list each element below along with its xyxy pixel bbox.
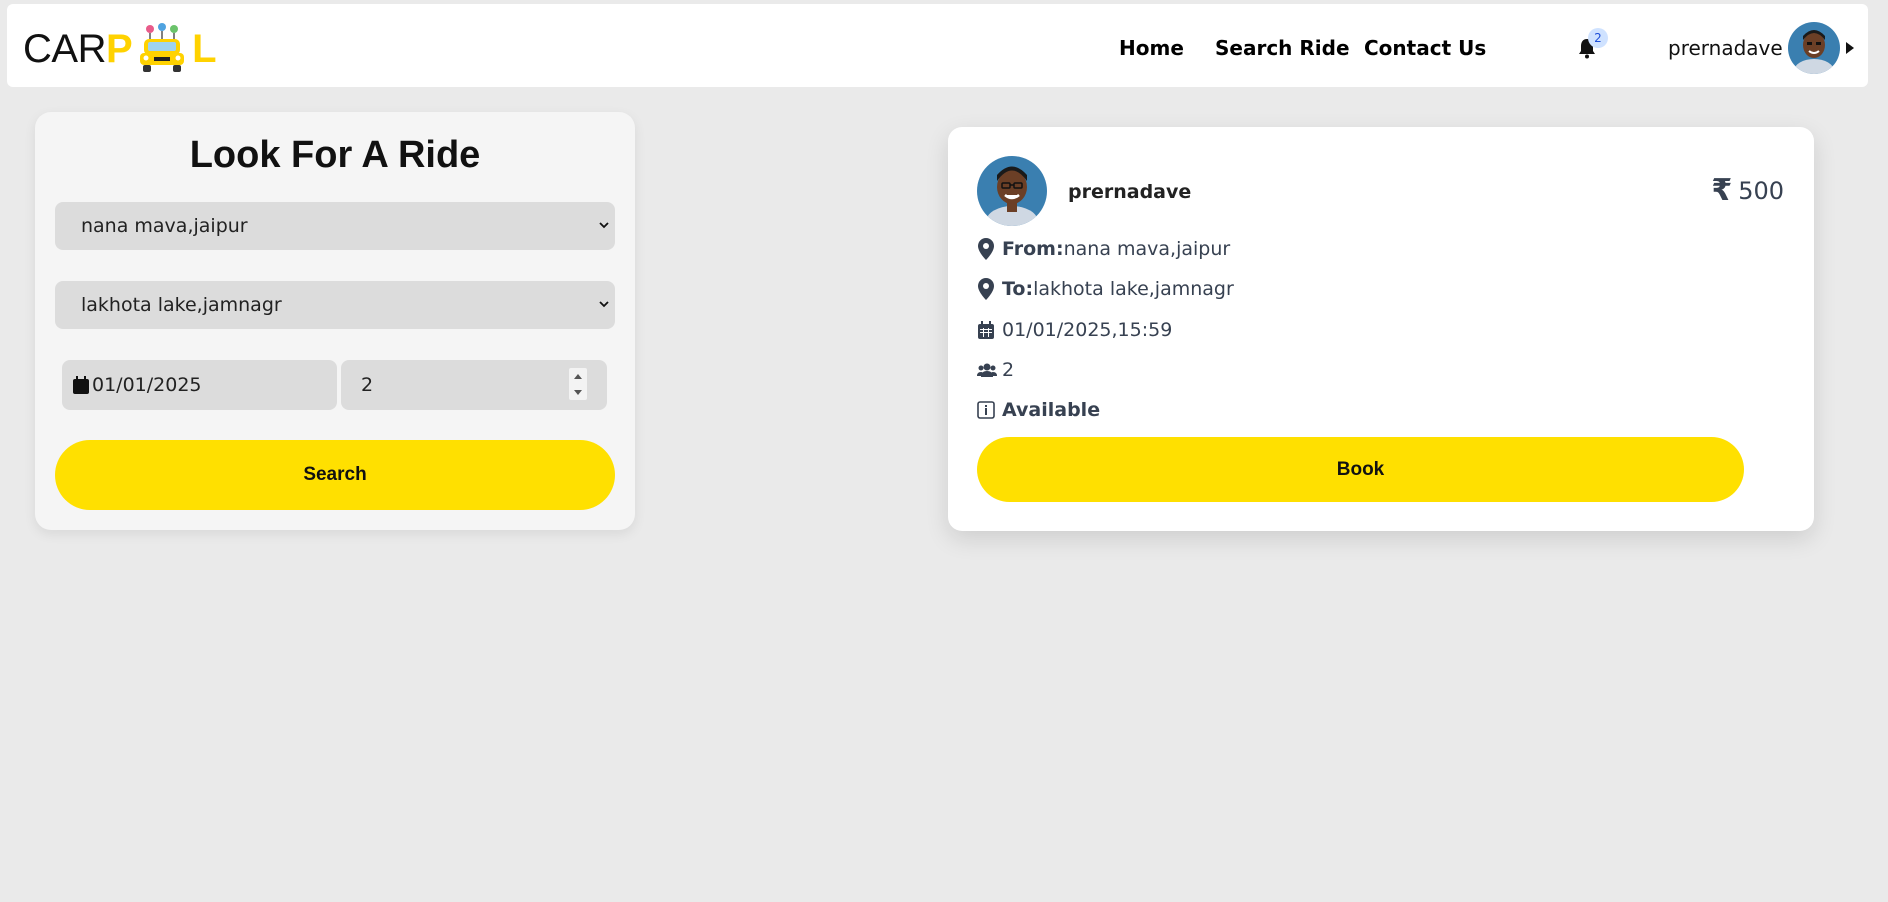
ride-seats: 2 (1002, 359, 1015, 381)
search-panel: Look For A Ride nana mava,jaipur lakhota… (35, 112, 635, 530)
nav-username[interactable]: prernadave (1668, 36, 1783, 60)
carpool-logo[interactable]: CAR P L (23, 23, 217, 74)
from-value: nana mava,jaipur (1063, 238, 1231, 260)
book-button[interactable]: Book (977, 437, 1744, 502)
from-select[interactable]: nana mava,jaipur (55, 202, 615, 250)
ride-from-row: From: nana mava,jaipur (977, 237, 1230, 261)
user-avatar-image (1788, 22, 1840, 74)
to-label: To: (1002, 278, 1034, 300)
from-select-value: nana mava,jaipur (81, 215, 248, 237)
rupee-icon: ₹ (1711, 173, 1733, 208)
avatar[interactable] (1788, 22, 1840, 74)
driver-name: prernadave (1068, 181, 1192, 203)
ride-price-value: 500 (1738, 176, 1784, 205)
ride-price: ₹ 500 (1711, 173, 1784, 208)
ride-card: prernadave ₹ 500 From: nana mava,jaipur … (948, 127, 1814, 531)
driver-avatar (977, 156, 1047, 226)
date-input[interactable]: 01/01/2025 (62, 360, 337, 410)
nav-home-link[interactable]: Home (1119, 36, 1184, 60)
search-button[interactable]: Search (55, 440, 615, 510)
seats-input-value: 2 (361, 374, 374, 396)
calendar-icon (978, 321, 994, 339)
to-value: lakhota lake,jamnagr (1033, 278, 1234, 300)
map-pin-icon (978, 238, 994, 260)
driver-avatar-image (977, 156, 1047, 226)
ride-seats-row: 2 (977, 359, 1014, 381)
calendar-icon (73, 376, 89, 394)
ride-to-row: To: lakhota lake,jamnagr (977, 277, 1234, 301)
page-title: Look For A Ride (189, 134, 481, 176)
nav-contact-us-link[interactable]: Contact Us (1364, 36, 1486, 60)
to-select[interactable]: lakhota lake,jamnagr (55, 281, 615, 329)
logo-text-l: L (192, 26, 217, 71)
nav-search-ride-link[interactable]: Search Ride (1215, 36, 1350, 60)
ride-status: Available (1002, 399, 1101, 421)
map-pin-icon (978, 278, 994, 300)
to-select-value: lakhota lake,jamnagr (81, 294, 282, 316)
date-input-value: 01/01/2025 (92, 374, 202, 396)
stepper-up-icon[interactable] (574, 373, 582, 379)
notification-badge: 2 (1588, 28, 1608, 48)
users-icon (977, 363, 997, 377)
stepper-down-icon[interactable] (574, 389, 582, 395)
seats-input[interactable]: 2 (341, 360, 607, 410)
chevron-down-icon (599, 301, 609, 308)
seats-stepper[interactable] (569, 368, 587, 400)
taxi-icon (140, 23, 185, 72)
ride-datetime-row: 01/01/2025,15:59 (977, 319, 1172, 341)
ride-status-row: Available (977, 399, 1100, 421)
logo-text-p: P (105, 26, 133, 71)
ride-datetime: 01/01/2025,15:59 (1002, 319, 1173, 341)
chevron-down-icon (599, 222, 609, 229)
navbar: CAR P L Home Search Ride Contact Us 2 pr… (7, 4, 1868, 87)
from-label: From: (1002, 238, 1064, 260)
logo-text-car: CAR (23, 26, 106, 71)
info-icon (977, 401, 995, 419)
caret-right-icon[interactable] (1846, 42, 1854, 54)
